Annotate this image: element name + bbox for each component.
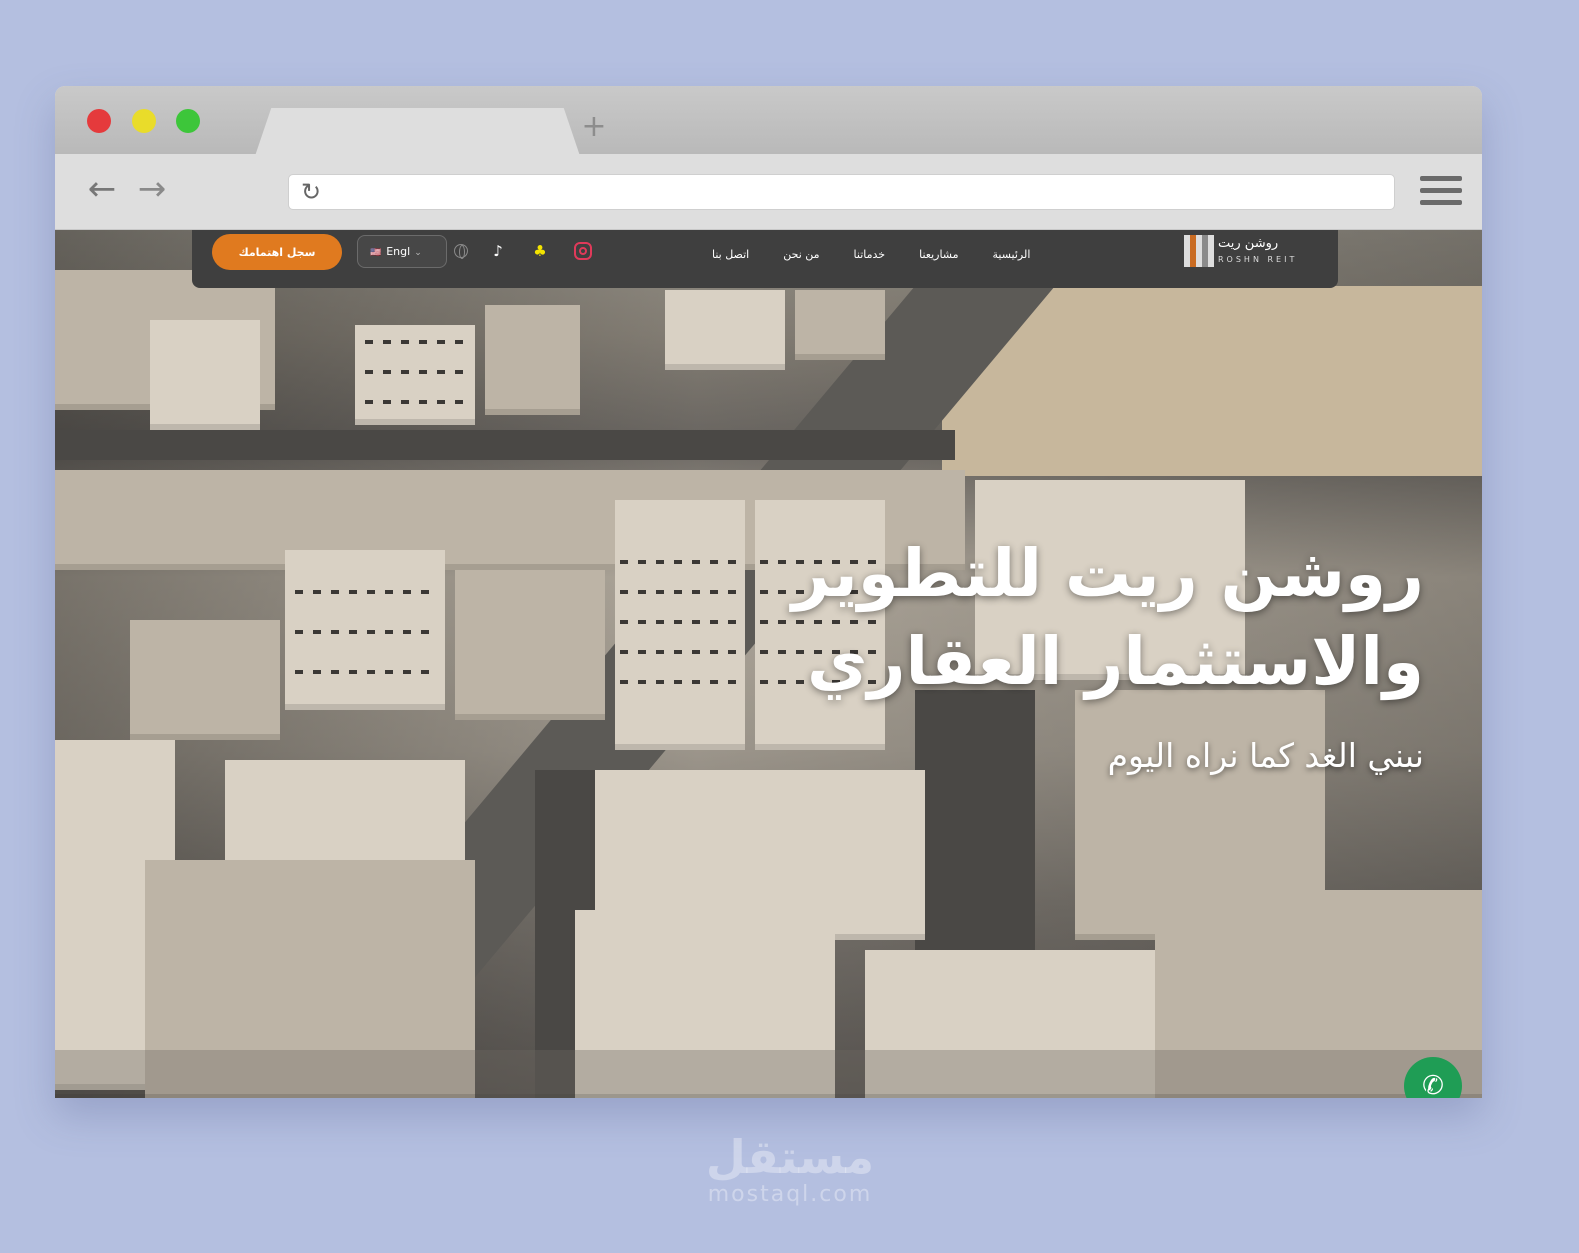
browser-toolbar: ← → ↻ — [55, 154, 1482, 230]
tab-bar: + — [55, 86, 1482, 156]
nav-link-home[interactable]: الرئيسية — [993, 245, 1031, 265]
site-navbar: سجل اهتمامك 🇺🇸 Engl ⌄ ♪ ♣ الرئيسية مشاريعن… — [192, 230, 1338, 288]
nav-link-projects[interactable]: مشاريعنا — [919, 245, 958, 265]
nav-links: الرئيسية مشاريعنا خدماتنا من نحن اتصل بن… — [712, 245, 1030, 265]
new-tab-button[interactable]: + — [581, 112, 607, 142]
maximize-window-button[interactable] — [176, 109, 200, 133]
logo-mark-icon — [1184, 235, 1214, 267]
chevron-down-icon: ⌄ — [414, 248, 422, 258]
close-window-button[interactable] — [87, 109, 111, 133]
hamburger-menu-icon[interactable] — [1420, 176, 1462, 208]
watermark-en: mostaql.com — [707, 1182, 873, 1207]
hero-section: روشن ريت للتطوير والاستثمار العقاري نبني… — [664, 530, 1424, 778]
hero-subtitle: نبني الغد كما نراه اليوم — [1107, 736, 1424, 775]
globe-icon[interactable] — [454, 244, 468, 259]
hero-title-line-1: روشن ريت للتطوير — [791, 535, 1424, 612]
language-label: Engl — [386, 245, 411, 258]
logo-text-ar: روشن ريت — [1218, 236, 1279, 251]
snapchat-icon[interactable]: ♣ — [530, 241, 550, 261]
watermark: مستقل mostaql.com — [620, 1132, 960, 1208]
forward-arrow-icon[interactable]: → — [135, 172, 169, 208]
logo-text-en: ROSHN REIT — [1218, 255, 1298, 264]
nav-link-contact[interactable]: اتصل بنا — [712, 245, 749, 265]
language-select[interactable]: 🇺🇸 Engl ⌄ — [357, 235, 447, 268]
us-flag-icon: 🇺🇸 — [370, 248, 382, 258]
minimize-window-button[interactable] — [132, 109, 156, 133]
website-viewport: سجل اهتمامك 🇺🇸 Engl ⌄ ♪ ♣ الرئيسية مشاريعن… — [55, 230, 1482, 1098]
site-logo[interactable]: روشن ريت ROSHN REIT — [1184, 235, 1306, 269]
reload-icon[interactable]: ↻ — [297, 178, 325, 206]
browser-window: + ← → ↻ سجل اهتمامك 🇺🇸 Engl ⌄ ♪ ♣ الرئيس… — [55, 86, 1482, 1098]
tiktok-icon[interactable]: ♪ — [488, 241, 508, 261]
nav-link-about[interactable]: من نحن — [783, 245, 819, 265]
hero-title: روشن ريت للتطوير والاستثمار العقاري — [664, 530, 1424, 706]
register-interest-button[interactable]: سجل اهتمامك — [212, 234, 342, 270]
back-arrow-icon[interactable]: ← — [85, 172, 119, 208]
watermark-ar: مستقل — [705, 1130, 875, 1184]
hero-title-line-2: والاستثمار العقاري — [806, 623, 1424, 700]
nav-link-services[interactable]: خدماتنا — [854, 245, 886, 265]
address-bar[interactable]: ↻ — [288, 174, 1395, 210]
instagram-icon[interactable] — [574, 242, 592, 260]
active-tab[interactable] — [255, 108, 580, 156]
